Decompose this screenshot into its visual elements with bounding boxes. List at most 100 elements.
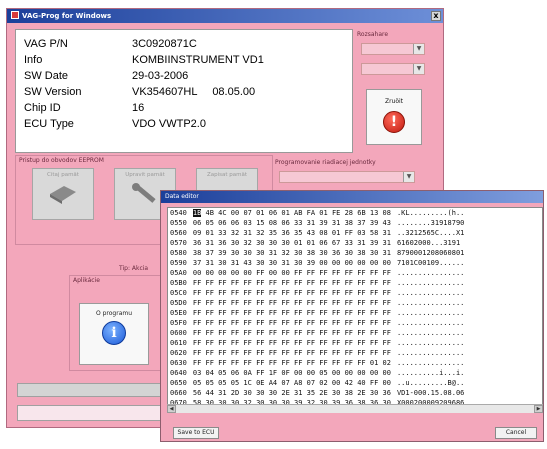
hex-ascii[interactable]: ................	[397, 289, 464, 297]
hex-row[interactable]: 05F0 FF FF FF FF FF FF FF FF FF FF FF FF …	[168, 318, 542, 328]
info-label: Chip ID	[24, 102, 61, 114]
hex-ascii[interactable]: ..3212565C....X1	[397, 229, 464, 237]
exit-button[interactable]: Zruöit !	[366, 89, 422, 145]
hex-bytes[interactable]: 37 31 30 31 43 30 30 31 30 39 00 00 00 0…	[193, 259, 391, 267]
hex-bytes[interactable]: 03 04 05 06 0A FF 1F 0F 00 00 05 00 00 0…	[193, 369, 391, 377]
hex-bytes[interactable]: FF FF FF FF FF FF FF FF FF FF FF FF FF F…	[193, 339, 391, 347]
hex-bytes[interactable]: 09 01 33 32 31 32 35 36 35 43 08 01 FF 0…	[193, 229, 391, 237]
hex-bytes[interactable]: 38 37 39 30 30 30 31 32 30 38 30 36 30 3…	[193, 249, 391, 257]
hex-bytes[interactable]: 1B 4B 4C 00 07 01 06 01 AB FA 01 FE 28 6…	[192, 209, 391, 217]
hex-ascii[interactable]: .KL.........(h..	[397, 209, 464, 217]
interface-select[interactable]: ▼	[361, 43, 425, 55]
stop-icon: !	[383, 111, 405, 133]
hex-ascii[interactable]: 7101C00109......	[397, 259, 464, 267]
info-value: 29-03-2006	[132, 70, 189, 82]
info-row: Info KOMBIINSTRUMENT VD1	[24, 52, 344, 68]
hex-bytes[interactable]: FF FF FF FF FF FF FF FF FF FF FF FF FF F…	[193, 299, 391, 307]
hex-row[interactable]: 0550 06 05 06 06 03 15 08 06 33 31 39 31 …	[168, 218, 542, 228]
hex-address: 05E0	[170, 309, 187, 317]
hex-ascii[interactable]: ................	[397, 349, 464, 357]
hex-address: 05C0	[170, 289, 187, 297]
hex-bytes[interactable]: FF FF FF FF FF FF FF FF FF FF FF FF FF F…	[193, 289, 391, 297]
hex-address: 05B0	[170, 279, 187, 287]
hex-ascii[interactable]: ................	[397, 319, 464, 327]
scroll-right-icon[interactable]: ▶	[534, 405, 543, 413]
info-value: 16	[132, 102, 145, 114]
edit-memory-label: Upravit pamät	[125, 172, 165, 178]
hex-bytes[interactable]: 00 00 00 00 00 FF 00 00 FF FF FF FF FF F…	[193, 269, 391, 277]
info-label: SW Version	[24, 86, 82, 98]
hex-row[interactable]: 0600 FF FF FF FF FF FF FF FF FF FF FF FF …	[168, 328, 542, 338]
info-row: SW Date 29-03-2006	[24, 68, 344, 84]
hex-row[interactable]: 05D0 FF FF FF FF FF FF FF FF FF FF FF FF …	[168, 298, 542, 308]
hex-address: 0640	[170, 369, 187, 377]
hex-row[interactable]: 05B0 FF FF FF FF FF FF FF FF FF FF FF FF …	[168, 278, 542, 288]
baud-select[interactable]: ▼	[361, 63, 425, 75]
hex-ascii[interactable]: ................	[397, 309, 464, 317]
hex-address: 0650	[170, 379, 187, 387]
hex-row[interactable]: 0590 37 31 30 31 43 30 30 31 30 39 00 00 …	[168, 258, 542, 268]
hex-ascii[interactable]: ................	[397, 359, 464, 367]
hex-bytes[interactable]: 06 05 06 06 03 15 08 06 33 31 39 31 38 3…	[193, 219, 391, 227]
ecu-info-panel: VAG P/N 3C0920871C Info KOMBIINSTRUMENT VD…	[15, 29, 353, 153]
info-value: VDO VWTP2.0	[132, 118, 206, 130]
hex-row[interactable]: 0660 56 44 31 2D 30 30 30 2E 31 35 2E 30 …	[168, 388, 542, 398]
hex-row[interactable]: 05E0 FF FF FF FF FF FF FF FF FF FF FF FF …	[168, 308, 542, 318]
hex-ascii[interactable]: VD1-000.15.08.06	[397, 389, 464, 397]
hex-row[interactable]: 0570 36 31 36 30 32 30 30 30 01 01 06 67 …	[168, 238, 542, 248]
hex-ascii[interactable]: 61602000...3191	[397, 239, 460, 247]
hex-row[interactable]: 0580 38 37 39 30 30 30 31 32 30 38 30 36 …	[168, 248, 542, 258]
hex-bytes[interactable]: FF FF FF FF FF FF FF FF FF FF FF FF FF F…	[193, 319, 391, 327]
hex-ascii[interactable]: ................	[397, 269, 464, 277]
about-button[interactable]: O programu i	[79, 303, 149, 365]
hex-row[interactable]: 0540 1B 4B 4C 00 07 01 06 01 AB FA 01 FE …	[168, 208, 542, 218]
hex-row[interactable]: 0640 03 04 05 06 0A FF 1F 0F 00 00 05 00 …	[168, 368, 542, 378]
scroll-left-icon[interactable]: ◀	[167, 405, 176, 413]
hex-row[interactable]: 0560 09 01 33 32 31 32 35 36 35 43 08 01 …	[168, 228, 542, 238]
hex-bytes[interactable]: FF FF FF FF FF FF FF FF FF FF FF FF FF F…	[193, 349, 391, 357]
cancel-button[interactable]: Cancel	[495, 427, 537, 439]
hex-address: 0560	[170, 229, 187, 237]
hex-ascii[interactable]: ................	[397, 279, 464, 287]
hex-bytes[interactable]: 05 05 05 05 1C 0E A4 07 A8 07 02 00 42 4…	[193, 379, 391, 387]
ecu-select[interactable]: ▼	[279, 171, 415, 183]
horizontal-scrollbar[interactable]: ◀ ▶	[167, 404, 543, 413]
editor-title-bar: Data editor	[161, 191, 543, 203]
hex-bytes[interactable]: FF FF FF FF FF FF FF FF FF FF FF FF FF F…	[193, 279, 391, 287]
hex-bytes[interactable]: 56 44 31 2D 30 30 30 2E 31 35 2E 30 38 2…	[193, 389, 391, 397]
hex-bytes[interactable]: FF FF FF FF FF FF FF FF FF FF FF FF FF F…	[193, 309, 391, 317]
app-icon	[11, 11, 19, 19]
hex-ascii[interactable]: 8790001208060801	[397, 249, 464, 257]
info-row: ECU Type VDO VWTP2.0	[24, 116, 344, 132]
hex-ascii[interactable]: ................	[397, 339, 464, 347]
hex-row[interactable]: 05C0 FF FF FF FF FF FF FF FF FF FF FF FF …	[168, 288, 542, 298]
hex-bytes[interactable]: FF FF FF FF FF FF FF FF FF FF FF FF FF F…	[193, 359, 391, 367]
hex-ascii[interactable]: ..........i...i.	[397, 369, 464, 377]
hex-ascii[interactable]: ................	[397, 299, 464, 307]
info-row: Chip ID 16	[24, 100, 344, 116]
hex-address: 0570	[170, 239, 187, 247]
info-label: VAG P/N	[24, 38, 68, 50]
main-title-text: VAG-Prog for Windows	[22, 12, 112, 20]
info-label: Info	[24, 54, 43, 66]
save-to-ecu-button[interactable]: Save to ECU	[173, 427, 219, 439]
hex-row[interactable]: 0650 05 05 05 05 1C 0E A4 07 A8 07 02 00 …	[168, 378, 542, 388]
read-memory-button[interactable]: Citaj pamät	[32, 168, 94, 220]
progress-bar	[17, 383, 177, 397]
main-title-bar: VAG-Prog for Windows	[7, 9, 443, 23]
hex-row[interactable]: 0610 FF FF FF FF FF FF FF FF FF FF FF FF …	[168, 338, 542, 348]
hex-address: 0610	[170, 339, 187, 347]
hex-row[interactable]: 05A0 00 00 00 00 00 FF 00 00 FF FF FF FF …	[168, 268, 542, 278]
hex-ascii[interactable]: ................	[397, 329, 464, 337]
hex-row[interactable]: 0630 FF FF FF FF FF FF FF FF FF FF FF FF …	[168, 358, 542, 368]
hex-editor[interactable]: 0540 1B 4B 4C 00 07 01 06 01 AB FA 01 FE …	[167, 207, 543, 413]
hex-bytes[interactable]: FF FF FF FF FF FF FF FF FF FF FF FF FF F…	[193, 329, 391, 337]
hex-row[interactable]: 0620 FF FF FF FF FF FF FF FF FF FF FF FF …	[168, 348, 542, 358]
info-label: SW Date	[24, 70, 69, 82]
info-value: VK354607HL 08.05.00	[132, 86, 256, 98]
cursor-byte[interactable]: 1B	[192, 209, 202, 217]
hex-ascii[interactable]: ........31918790	[397, 219, 464, 227]
hex-ascii[interactable]: ..u.........B@..	[397, 379, 464, 387]
hex-bytes[interactable]: 36 31 36 30 32 30 30 30 01 01 06 67 33 3…	[193, 239, 391, 247]
close-button[interactable]: x	[431, 11, 441, 21]
